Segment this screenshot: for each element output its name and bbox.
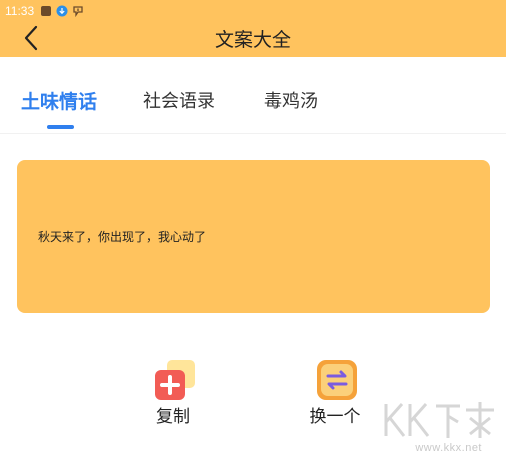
- watermark-url: www.kkx.net: [415, 442, 482, 454]
- quote-card: 秋天来了，你出现了，我心动了: [17, 160, 490, 313]
- active-tab-indicator: [47, 125, 74, 129]
- quote-text: 秋天来了，你出现了，我心动了: [38, 230, 207, 244]
- tab-shehui-yulu[interactable]: 社会语录: [143, 89, 215, 115]
- kk-watermark: www.kkx.net: [380, 398, 500, 454]
- app-square-icon: [40, 5, 52, 17]
- download-icon: [56, 5, 68, 17]
- change-quote-button[interactable]: 换一个: [295, 356, 375, 436]
- status-bar: 11:33: [0, 0, 506, 22]
- swap-arrows-icon: [315, 358, 359, 402]
- app-header: 11:33 文案大全: [0, 0, 506, 57]
- kk-logo-icon: [384, 402, 494, 438]
- copy-label: 复制: [156, 407, 190, 427]
- status-time: 11:33: [5, 4, 35, 18]
- tab-tuwei-qinghua[interactable]: 土味情话: [21, 89, 97, 115]
- change-quote-label: 换一个: [309, 407, 361, 427]
- app-screen: 11:33 文案大全 土味情话 社会语录 毒鸡汤 秋天来了，你出现了，我心动了 …: [0, 0, 506, 458]
- category-tabs: 土味情话 社会语录 毒鸡汤: [0, 57, 506, 134]
- tab-du-jitang[interactable]: 毒鸡汤: [264, 89, 318, 115]
- title-bar: 文案大全: [0, 22, 506, 57]
- plus-copy-icon: [153, 358, 197, 402]
- app-badge-icon: [72, 5, 84, 17]
- page-title: 文案大全: [214, 29, 291, 51]
- copy-button[interactable]: 复制: [133, 356, 213, 436]
